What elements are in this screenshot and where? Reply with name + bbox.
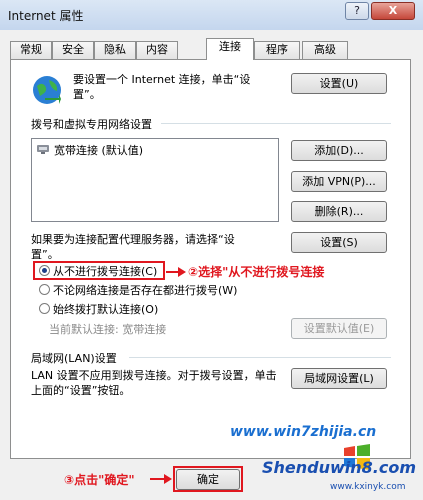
- option-always-dial-label[interactable]: 始终拨打默认连接(O): [53, 301, 158, 317]
- radio-dial-whenever[interactable]: [39, 284, 50, 295]
- current-default-value: 宽带连接: [122, 323, 167, 336]
- proxy-settings-button[interactable]: 设置(S): [291, 232, 387, 253]
- setup-button[interactable]: 设置(U): [291, 73, 387, 94]
- arrow-right-icon: [166, 267, 186, 277]
- tab-programs[interactable]: 程序: [254, 41, 300, 59]
- watermark-site: www.win7zhijia.cn: [230, 424, 377, 440]
- globe-network-icon: [31, 74, 63, 106]
- lan-section-label: 局域网(LAN)设置: [31, 352, 117, 365]
- connections-listbox[interactable]: 宽带连接 (默认值): [31, 138, 279, 222]
- add-button[interactable]: 添加(D)...: [291, 140, 387, 161]
- lan-settings-button[interactable]: 局域网设置(L): [291, 368, 387, 389]
- radio-always-dial[interactable]: [39, 303, 50, 314]
- connections-panel: 要设置一个 Internet 连接，单击“设置”。 设置(U) 拨号和虚拟专用网…: [10, 59, 411, 459]
- lan-description: LAN 设置不应用到拨号连接。对于拨号设置，单击上面的“设置”按钮。: [31, 369, 277, 397]
- dialup-section-label: 拨号和虚拟专用网络设置: [31, 118, 152, 131]
- radio-never-dial[interactable]: [39, 265, 50, 276]
- add-vpn-button[interactable]: 添加 VPN(P)...: [291, 171, 387, 192]
- tab-security[interactable]: 安全: [52, 41, 94, 59]
- close-button[interactable]: X: [371, 2, 415, 20]
- tab-privacy[interactable]: 隐私: [94, 41, 136, 59]
- window-title: Internet 属性: [8, 9, 84, 23]
- tab-connections[interactable]: 连接: [206, 38, 254, 60]
- option-dial-whenever-label[interactable]: 不论网络连接是否存在都进行拨号(W): [53, 282, 237, 298]
- option-never-dial-label[interactable]: 从不进行拨号连接(C): [53, 263, 157, 279]
- set-default-button[interactable]: 设置默认值(E): [291, 318, 387, 339]
- separator: [161, 123, 391, 124]
- help-button[interactable]: ?: [345, 2, 369, 20]
- tab-general[interactable]: 常规: [10, 41, 52, 59]
- tab-advanced[interactable]: 高级: [302, 41, 348, 59]
- arrow-right-icon: [150, 474, 172, 484]
- step2-annotation: ②选择"从不进行拨号连接: [188, 265, 325, 279]
- list-item[interactable]: 宽带连接 (默认值): [54, 142, 143, 158]
- watermark-subsite: www.kxinyk.com: [330, 482, 406, 492]
- current-default-label: 当前默认连接: 宽带连接: [49, 321, 166, 337]
- separator: [129, 357, 391, 358]
- ok-button[interactable]: 确定: [176, 469, 240, 490]
- remove-button[interactable]: 删除(R)...: [291, 201, 387, 222]
- setup-description: 要设置一个 Internet 连接，单击“设置”。: [73, 73, 251, 101]
- dialup-connection-icon: [36, 143, 50, 155]
- tab-content[interactable]: 内容: [136, 41, 178, 59]
- watermark-brand: Shenduwin8.com: [262, 458, 417, 477]
- current-default-caption: 当前默认连接:: [49, 323, 119, 336]
- proxy-description: 如果要为连接配置代理服务器，请选择“设置”。: [31, 233, 235, 261]
- step3-annotation: ③点击"确定": [64, 473, 135, 487]
